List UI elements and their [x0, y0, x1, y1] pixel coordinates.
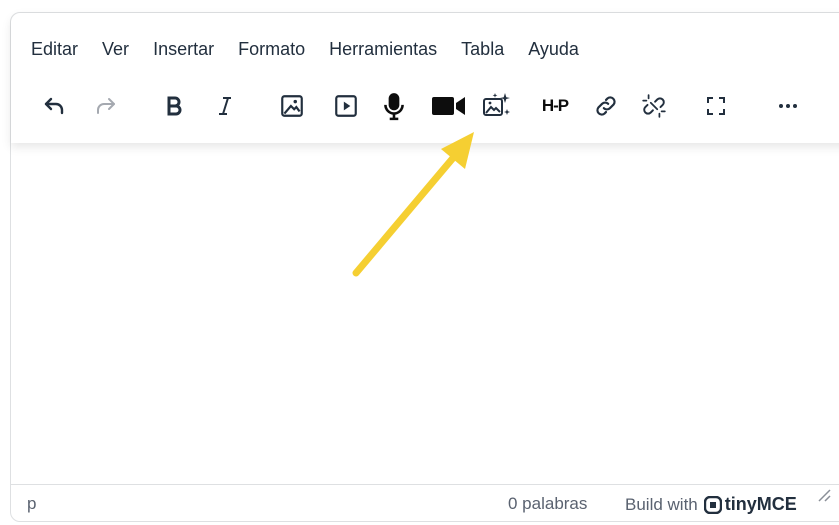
- link-icon: [596, 96, 616, 116]
- unlink-icon: [642, 94, 666, 118]
- rich-text-editor: Editar Ver Insertar Formato Herramientas…: [10, 12, 839, 522]
- h5p-button[interactable]: H-P: [535, 87, 575, 125]
- fullscreen-button[interactable]: [699, 87, 733, 125]
- word-count[interactable]: 0 palabras: [508, 494, 587, 514]
- unlink-button[interactable]: [637, 87, 671, 125]
- fullscreen-icon: [707, 97, 725, 115]
- menubar: Editar Ver Insertar Formato Herramientas…: [31, 39, 603, 60]
- ai-image-icon: [483, 93, 510, 116]
- branding[interactable]: Build with tinyMCE: [625, 494, 797, 515]
- tinymce-logo-icon: [703, 495, 722, 514]
- record-video-button[interactable]: [429, 87, 469, 125]
- image-icon: [281, 95, 303, 117]
- bold-icon: [167, 96, 182, 116]
- redo-icon: [97, 98, 115, 114]
- undo-icon: [44, 97, 64, 115]
- menu-insertar[interactable]: Insertar: [153, 39, 214, 60]
- insert-media-button[interactable]: [329, 87, 363, 125]
- menu-formato[interactable]: Formato: [238, 39, 305, 60]
- microphone-icon: [384, 93, 404, 121]
- ai-image-button[interactable]: [479, 87, 513, 125]
- resize-handle-icon[interactable]: [817, 488, 831, 502]
- editor-content-area[interactable]: [11, 143, 839, 481]
- video-camera-icon: [432, 97, 465, 115]
- h5p-icon: H-P: [541, 96, 569, 115]
- record-audio-button[interactable]: [377, 87, 411, 125]
- build-with-label: Build with: [625, 494, 698, 514]
- menu-ayuda[interactable]: Ayuda: [528, 39, 579, 60]
- menu-editar[interactable]: Editar: [31, 39, 78, 60]
- statusbar: p 0 palabras Build with tinyMCE: [11, 484, 839, 525]
- menu-ver[interactable]: Ver: [102, 39, 129, 60]
- menu-herramientas[interactable]: Herramientas: [329, 39, 437, 60]
- italic-icon: [219, 97, 231, 115]
- insert-link-button[interactable]: [589, 87, 623, 125]
- menu-tabla[interactable]: Tabla: [461, 39, 504, 60]
- undo-button[interactable]: [37, 87, 71, 125]
- tinymce-logo: tinyMCE: [703, 494, 797, 515]
- tinymce-logo-text: tinyMCE: [724, 494, 797, 514]
- italic-button[interactable]: [208, 87, 242, 125]
- bold-button[interactable]: [157, 87, 191, 125]
- redo-button[interactable]: [89, 87, 123, 125]
- more-icon: [779, 104, 797, 108]
- more-button[interactable]: [771, 87, 805, 125]
- element-path[interactable]: p: [27, 494, 36, 514]
- editor-header: Editar Ver Insertar Formato Herramientas…: [11, 13, 839, 143]
- media-icon: [335, 95, 357, 117]
- insert-image-button[interactable]: [275, 87, 309, 125]
